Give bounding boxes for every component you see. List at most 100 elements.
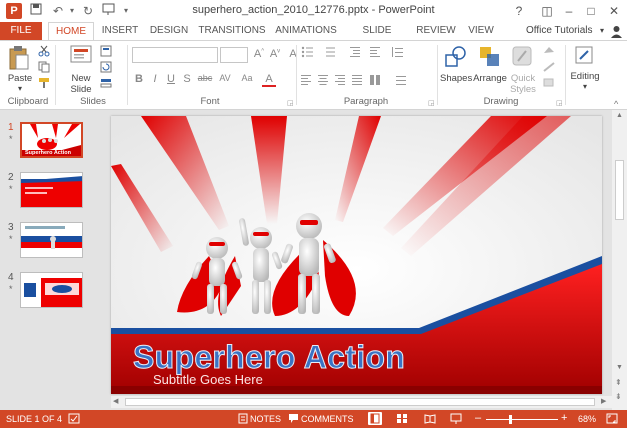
thumbnail-number: 4 [8, 272, 14, 283]
font-dialog-launcher-icon[interactable]: ◲ [287, 99, 294, 107]
copy-icon[interactable] [38, 61, 50, 76]
spell-check-icon[interactable] [68, 413, 80, 426]
zoom-in-button[interactable]: + [561, 412, 567, 424]
new-slide-button-line2[interactable]: Slide [66, 84, 96, 95]
bold-button[interactable]: B [132, 73, 146, 85]
account-name[interactable]: Office Tutorials [526, 22, 593, 40]
horizontal-scroll-thumb[interactable] [125, 398, 595, 406]
tab-view[interactable]: VIEW [462, 22, 500, 40]
underline-button[interactable]: U [164, 73, 178, 85]
tab-insert[interactable]: INSERT [98, 22, 142, 40]
quick-styles-icon[interactable] [512, 45, 534, 72]
cut-icon[interactable] [38, 45, 50, 60]
tab-transitions[interactable]: TRANSITIONS [198, 22, 266, 40]
maximize-icon[interactable]: □ [580, 2, 602, 20]
notes-icon[interactable] [238, 413, 248, 426]
minimize-icon[interactable]: – [558, 2, 580, 20]
drawing-group-label: Drawing [483, 96, 519, 107]
paste-icon[interactable] [8, 45, 30, 74]
format-painter-icon[interactable] [38, 77, 50, 92]
user-avatar-icon[interactable] [610, 25, 623, 41]
slide-thumbnail-2[interactable] [20, 172, 83, 208]
tab-home[interactable]: HOME [48, 22, 94, 41]
paragraph-buttons-row1 [300, 45, 434, 62]
slide-sorter-icon[interactable] [396, 413, 408, 426]
editing-dropdown-icon[interactable]: ▾ [579, 82, 591, 91]
quick-styles-button[interactable]: Quick [506, 73, 540, 84]
fit-slide-to-window-icon[interactable] [606, 413, 618, 426]
tab-review[interactable]: REVIEW [414, 22, 458, 40]
group-separator [55, 45, 56, 105]
decrease-font-size-icon[interactable]: Av [268, 48, 282, 60]
reset-icon[interactable] [100, 61, 112, 76]
tab-design[interactable]: DESIGN [146, 22, 192, 40]
editing-icon[interactable] [574, 45, 594, 68]
scroll-down-icon[interactable]: ▼ [616, 364, 623, 371]
tab-slide-show[interactable]: SLIDE SHOW [346, 22, 408, 54]
notes-button[interactable]: NOTES [250, 414, 281, 424]
shape-effects-icon[interactable] [542, 77, 558, 92]
arrange-icon[interactable] [478, 45, 502, 72]
slide-show-view-icon[interactable] [450, 413, 462, 426]
character-spacing-button[interactable]: AV [216, 73, 234, 83]
font-color-button[interactable]: A [262, 73, 276, 87]
paste-button[interactable]: Paste [6, 73, 34, 84]
quick-styles-button-line2[interactable]: Styles [506, 84, 540, 95]
font-group-label: Font [200, 96, 220, 107]
scroll-left-icon[interactable]: ◀ [113, 397, 118, 405]
normal-view-icon[interactable] [368, 412, 382, 425]
vertical-scroll-thumb[interactable] [615, 160, 624, 220]
ribbon-display-options-icon[interactable]: ◫ [536, 2, 558, 20]
comments-icon[interactable] [288, 413, 299, 426]
zoom-slider-thumb[interactable] [509, 415, 513, 424]
next-slide-icon[interactable]: ⇟ [615, 392, 622, 401]
scroll-up-icon[interactable]: ▲ [616, 112, 623, 119]
comments-button[interactable]: COMMENTS [301, 414, 354, 424]
tab-animations[interactable]: ANIMATIONS [272, 22, 340, 40]
new-slide-icon[interactable] [70, 45, 92, 68]
drawing-dialog-launcher-icon[interactable]: ◲ [556, 99, 563, 107]
previous-slide-icon[interactable]: ⇞ [615, 378, 622, 387]
arrange-button[interactable]: Arrange [472, 73, 508, 84]
increase-font-size-icon[interactable]: A^ [252, 48, 266, 60]
paste-dropdown-icon[interactable]: ▾ [14, 84, 26, 93]
slide-thumbnail-1[interactable]: Superhero Action [20, 122, 83, 158]
change-case-button[interactable]: Aa [238, 73, 256, 83]
text-shadow-button[interactable]: S [180, 73, 194, 85]
editing-button[interactable]: Editing [568, 71, 602, 82]
font-name-combo[interactable] [132, 47, 218, 63]
zoom-percentage[interactable]: 68% [578, 414, 596, 424]
italic-button[interactable]: I [148, 73, 162, 85]
clear-formatting-icon[interactable]: A [286, 48, 300, 60]
zoom-out-button[interactable]: – [475, 412, 481, 424]
close-icon[interactable]: ✕ [603, 2, 625, 20]
shape-outline-icon[interactable] [542, 61, 558, 76]
help-icon[interactable]: ? [508, 2, 530, 20]
slide-title[interactable]: Superhero Action [132, 339, 405, 376]
slide-subtitle[interactable]: Subtitle Goes Here [153, 372, 263, 387]
paragraph-dialog-launcher-icon[interactable]: ◲ [428, 99, 435, 107]
font-size-combo[interactable] [220, 47, 248, 63]
slide-thumbnail-3[interactable] [20, 222, 83, 258]
shapes-button[interactable]: Shapes [440, 73, 472, 84]
shape-fill-icon[interactable] [542, 45, 558, 60]
thumbnail-number: 1 [8, 122, 14, 133]
layout-icon[interactable] [100, 45, 112, 60]
slide-canvas[interactable]: Superhero Action Subtitle Goes Here [111, 116, 602, 394]
strikethrough-button[interactable]: abc [196, 73, 214, 83]
scroll-right-icon[interactable]: ▶ [601, 397, 606, 405]
section-icon[interactable] [100, 77, 112, 92]
group-separator [127, 45, 128, 105]
shapes-icon[interactable] [444, 45, 468, 72]
new-slide-button[interactable]: New [66, 73, 96, 84]
tab-file[interactable]: FILE [0, 22, 42, 40]
paragraph-group-label: Paragraph [343, 96, 389, 107]
collapse-ribbon-icon[interactable]: ^ [614, 99, 618, 109]
slide-thumbnail-4[interactable] [20, 272, 83, 308]
vertical-scrollbar[interactable]: ▲ ▼ ⇞ ⇟ [612, 110, 627, 410]
zoom-slider-track[interactable] [486, 419, 558, 420]
reading-view-icon[interactable] [424, 413, 436, 426]
group-separator [437, 45, 438, 105]
account-dropdown-icon[interactable]: ▾ [600, 22, 604, 40]
horizontal-scrollbar[interactable]: ◀ ▶ [111, 396, 612, 408]
